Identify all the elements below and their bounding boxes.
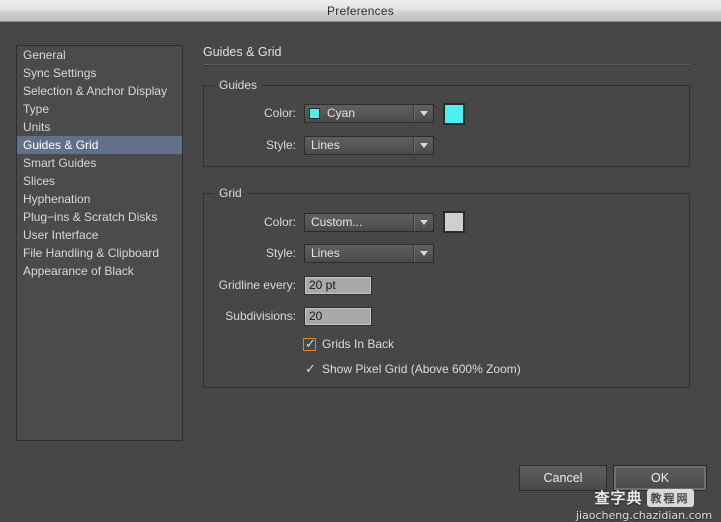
preferences-category-list[interactable]: General Sync Settings Selection & Anchor D… [16, 45, 183, 441]
window-titlebar: Preferences [0, 0, 721, 22]
ok-button[interactable]: OK [613, 465, 707, 491]
watermark-url: jiaocheng.chazidian.com [575, 509, 713, 522]
window-title: Preferences [327, 3, 394, 18]
page-title: Guides & Grid [203, 45, 282, 59]
sidebar-item-file-handling-clipboard[interactable]: File Handling & Clipboard [17, 244, 182, 262]
sidebar-item-guides-grid[interactable]: Guides & Grid [17, 136, 182, 154]
guides-color-mini-swatch [309, 107, 320, 119]
cancel-button[interactable]: Cancel [519, 465, 607, 491]
checkmark-icon: ✓ [305, 335, 316, 351]
grid-style-dropdown[interactable]: Lines [304, 243, 434, 263]
subdivisions-row: Subdivisions: [203, 306, 372, 326]
grid-style-row: Style: Lines [221, 243, 434, 263]
guides-group-legend: Guides [214, 78, 263, 92]
sidebar-item-general[interactable]: General [17, 46, 182, 64]
guides-color-label: Color: [263, 106, 296, 120]
sidebar-item-sync-settings[interactable]: Sync Settings [17, 64, 182, 82]
grid-color-dropdown[interactable]: Custom... [304, 212, 434, 232]
grids-in-back-label: Grids In Back [322, 337, 395, 351]
grids-in-back-checkbox[interactable]: ✓ [303, 335, 316, 351]
grid-color-label: Color: [263, 215, 296, 229]
grid-color-swatch-button[interactable] [443, 211, 465, 233]
gridline-every-label: Gridline every: [218, 278, 296, 292]
grid-color-value: Custom... [311, 215, 363, 229]
grid-color-row: Color: Custom... [221, 212, 434, 232]
grids-in-back-row[interactable]: ✓ Grids In Back [303, 335, 394, 353]
checkmark-icon: ✓ [305, 360, 316, 376]
watermark-badge-text: 教程网 [646, 488, 694, 507]
guides-color-swatch-button[interactable] [443, 103, 465, 125]
sidebar-item-selection-anchor-display[interactable]: Selection & Anchor Display [17, 82, 182, 100]
sidebar-item-user-interface[interactable]: User Interface [17, 226, 182, 244]
subdivisions-label: Subdivisions: [225, 309, 296, 323]
sidebar-item-units[interactable]: Units [17, 118, 182, 136]
show-pixel-grid-checkbox[interactable]: ✓ [303, 360, 316, 376]
guides-color-value: Cyan [327, 106, 356, 120]
sidebar-item-appearance-of-black[interactable]: Appearance of Black [17, 262, 182, 280]
sidebar-item-hyphenation[interactable]: Hyphenation [17, 190, 182, 208]
grid-group-legend: Grid [214, 186, 247, 200]
watermark: 查字典 教程网 jiaocheng.chazidian.com [571, 487, 717, 522]
chevron-down-icon[interactable] [413, 213, 433, 231]
grid-style-label: Style: [265, 246, 296, 260]
guides-color-dropdown[interactable]: Cyan [304, 103, 434, 123]
show-pixel-grid-label: Show Pixel Grid (Above 600% Zoom) [322, 362, 521, 376]
show-pixel-grid-row[interactable]: ✓ Show Pixel Grid (Above 600% Zoom) [303, 360, 521, 378]
subdivisions-input[interactable] [304, 306, 372, 326]
preferences-dialog: Preferences General Sync Settings Selectio… [0, 0, 721, 522]
sidebar-item-type[interactable]: Type [17, 100, 182, 118]
guides-color-row: Color: Cyan [221, 103, 434, 123]
guides-style-dropdown[interactable]: Lines [304, 135, 434, 155]
gridline-every-row: Gridline every: [203, 275, 372, 295]
chevron-down-icon[interactable] [413, 136, 433, 154]
sidebar-item-plug-ins-scratch-disks[interactable]: Plug−ins & Scratch Disks [17, 208, 182, 226]
sidebar-item-slices[interactable]: Slices [17, 172, 182, 190]
guides-style-label: Style: [265, 138, 296, 152]
chevron-down-icon[interactable] [413, 104, 433, 122]
sidebar-item-smart-guides[interactable]: Smart Guides [17, 154, 182, 172]
chevron-down-icon[interactable] [413, 244, 433, 262]
guides-style-value: Lines [311, 138, 340, 152]
pane-header: Guides & Grid [203, 45, 693, 66]
grid-style-value: Lines [311, 246, 340, 260]
gridline-every-input[interactable] [304, 275, 372, 295]
header-divider [203, 64, 690, 66]
guides-style-row: Style: Lines [221, 135, 434, 155]
